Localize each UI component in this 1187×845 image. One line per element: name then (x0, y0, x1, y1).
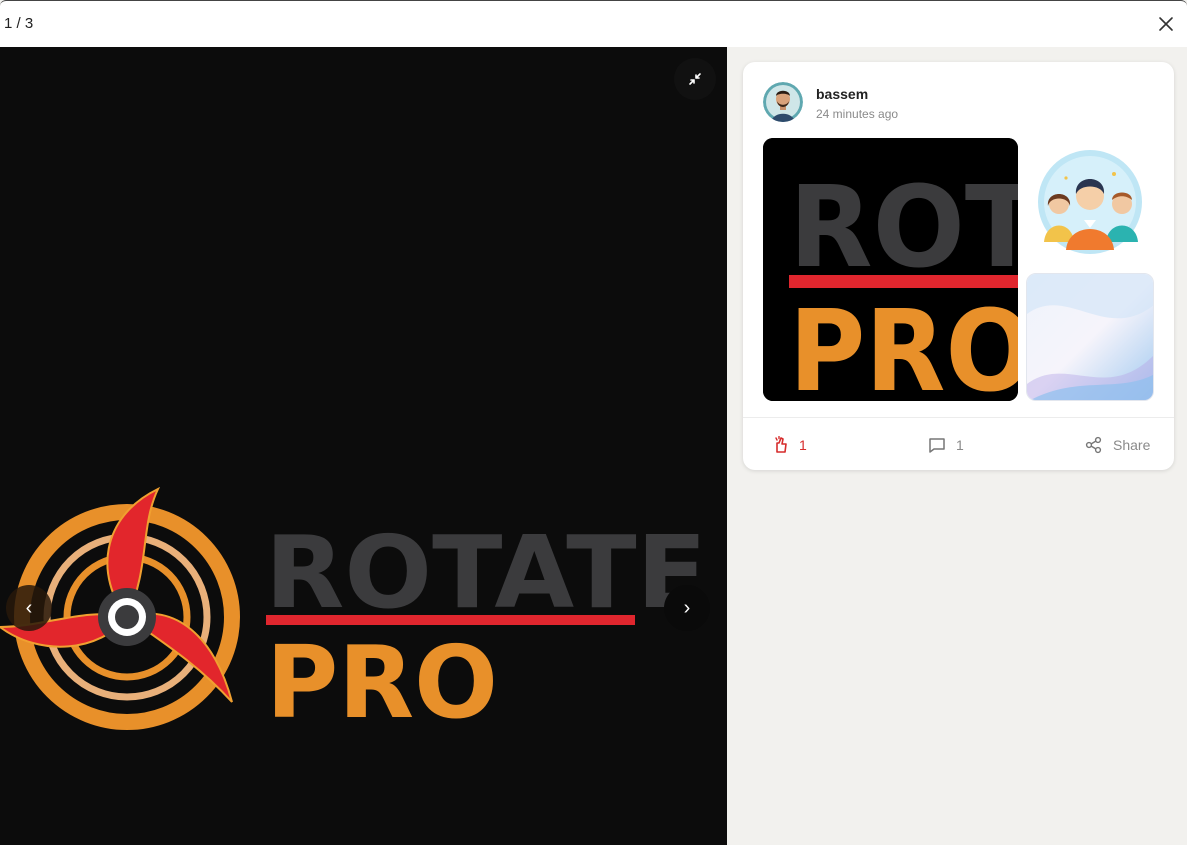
post-card: bassem 24 minutes ago ROT PRO 1 1 Share (743, 62, 1174, 470)
rotate-pro-logo-image: ROTATE PRO (0, 487, 707, 737)
exit-fullscreen-button[interactable] (674, 58, 716, 100)
gallery-image-2[interactable] (1026, 138, 1154, 266)
collapse-icon (689, 73, 701, 85)
share-label: Share (1113, 437, 1151, 453)
card-divider (743, 417, 1174, 418)
author-name[interactable]: bassem (816, 86, 868, 102)
image-viewer: ROTATE PRO ‹ › (0, 47, 727, 845)
share-icon (1085, 436, 1102, 454)
comment-count: 1 (956, 437, 964, 453)
rotate-pro-thumbnail: ROT PRO (763, 138, 1018, 401)
comment-button[interactable]: 1 (928, 434, 964, 456)
gallery-image-3[interactable] (1026, 273, 1154, 401)
lightbox-header: 1 / 3 (0, 0, 1187, 47)
next-image-button[interactable]: › (664, 585, 710, 631)
image-counter: 1 / 3 (4, 15, 34, 32)
gallery-image-1[interactable]: ROT PRO (763, 138, 1018, 401)
logo-word-bottom: PRO (266, 624, 498, 737)
group-people-icon (1038, 150, 1142, 254)
previous-image-button[interactable]: ‹ (6, 585, 52, 631)
close-button[interactable] (1155, 13, 1177, 35)
abstract-waves-image (1027, 274, 1153, 400)
share-button[interactable]: Share (1085, 434, 1150, 456)
author-avatar[interactable] (763, 82, 803, 122)
thumb-word-top: ROT (789, 163, 1018, 293)
comment-icon (929, 438, 945, 453)
close-icon (1159, 17, 1173, 31)
clap-icon (775, 436, 787, 453)
thumb-word-bottom: PRO (789, 287, 1018, 401)
avatar-image (763, 82, 803, 122)
logo-word-top: ROTATE (265, 514, 707, 631)
like-button[interactable]: 1 (773, 434, 807, 456)
post-timestamp: 24 minutes ago (816, 107, 899, 121)
like-count: 1 (799, 437, 807, 453)
